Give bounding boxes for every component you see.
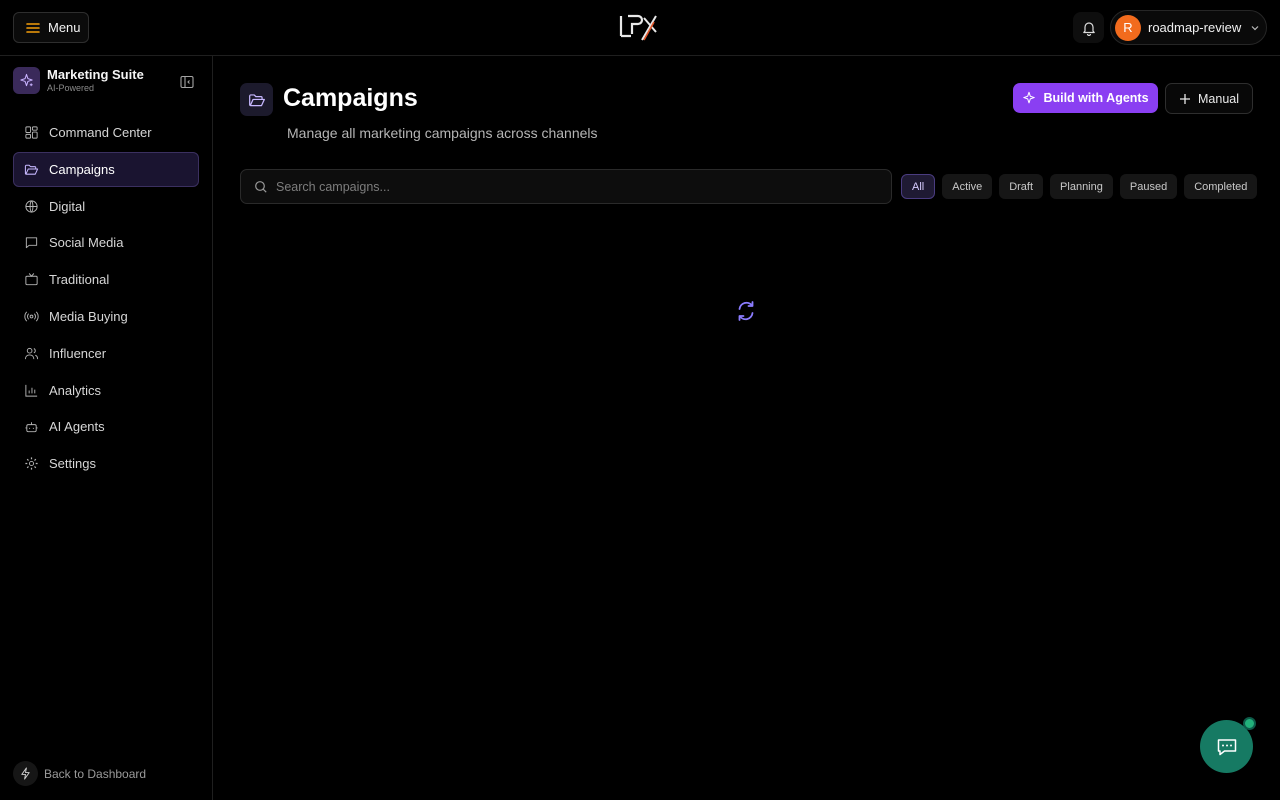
sidebar-item-label: AI Agents (49, 419, 105, 435)
sidebar-nav: Command Center Campaigns Digital Social … (13, 115, 199, 483)
broadcast-icon (24, 311, 39, 322)
user-menu[interactable]: R roadmap-review (1110, 10, 1267, 45)
build-label: Build with Agents (1043, 91, 1149, 105)
loading-spinner-icon (738, 301, 754, 321)
sidebar-item-label: Command Center (49, 125, 152, 140)
sidebar: Marketing Suite AI-Powered Command Cente… (0, 56, 213, 800)
build-with-agents-button[interactable]: Build with Agents (1013, 83, 1158, 113)
brand-title: Marketing Suite (47, 67, 144, 82)
sparkle-icon (1023, 91, 1036, 104)
sidebar-item-digital[interactable]: Digital (13, 189, 199, 224)
sidebar-item-ai-agents[interactable]: AI Agents (13, 409, 199, 444)
collapse-sidebar-icon[interactable] (179, 74, 195, 90)
tv-icon (25, 273, 38, 286)
filter-planning[interactable]: Planning (1050, 174, 1113, 199)
chat-icon (1217, 738, 1236, 755)
sidebar-item-label: Influencer (49, 345, 107, 361)
search-icon (255, 180, 267, 193)
back-label: Back to Dashboard (44, 766, 147, 781)
hamburger-icon (26, 22, 40, 33)
folder-icon (24, 164, 39, 175)
filter-active[interactable]: Active (942, 174, 993, 199)
menu-button[interactable]: Menu (13, 12, 89, 43)
sparkle-icon (13, 67, 40, 94)
globe-icon (25, 200, 38, 213)
logo-icon[interactable] (618, 12, 662, 42)
search-bar (240, 169, 892, 204)
chevron-down-icon (1251, 25, 1259, 30)
plus-icon (1180, 93, 1190, 104)
bot-icon (25, 422, 38, 433)
username: roadmap-review (1148, 20, 1242, 35)
sidebar-item-campaigns[interactable]: Campaigns (13, 151, 199, 187)
online-status-dot (1243, 717, 1256, 730)
sidebar-item-label: Campaigns (49, 161, 115, 177)
manual-label: Manual (1198, 91, 1239, 106)
sidebar-item-label: Digital (49, 198, 86, 214)
sidebar-item-label: Analytics (49, 382, 102, 398)
sidebar-item-label: Social Media (49, 235, 124, 251)
filter-completed[interactable]: Completed (1184, 174, 1258, 199)
brand-subtitle: AI-Powered (47, 83, 95, 93)
grid-icon (25, 126, 38, 139)
folder-icon (240, 83, 273, 116)
menu-label: Menu (48, 20, 81, 35)
filter-all[interactable]: All (901, 174, 936, 199)
gear-icon (25, 457, 38, 470)
sidebar-item-traditional[interactable]: Traditional (13, 262, 199, 297)
brand: Marketing Suite AI-Powered (13, 67, 144, 94)
filter-paused[interactable]: Paused (1119, 174, 1178, 199)
top-bar: Menu R roadmap-review (0, 0, 1280, 56)
sidebar-item-settings[interactable]: Settings (13, 446, 199, 481)
bell-icon (1082, 21, 1095, 36)
sidebar-item-analytics[interactable]: Analytics (13, 373, 199, 408)
manual-button[interactable]: Manual (1165, 83, 1253, 114)
sidebar-item-label: Settings (49, 456, 96, 472)
sidebar-item-influencer[interactable]: Influencer (13, 336, 199, 371)
main-content: Campaigns Manage all marketing campaigns… (213, 56, 1280, 800)
message-icon (25, 237, 38, 249)
sidebar-item-command-center[interactable]: Command Center (13, 115, 199, 150)
filter-draft[interactable]: Draft (999, 174, 1044, 199)
back-to-dashboard-link[interactable]: Back to Dashboard (13, 761, 146, 786)
sidebar-item-label: Traditional (49, 272, 110, 288)
users-icon (24, 347, 39, 359)
page-title: Campaigns (283, 84, 418, 112)
status-filters: All Active Draft Planning Paused Complet… (901, 174, 1258, 199)
notifications-button[interactable] (1073, 12, 1104, 43)
search-input[interactable] (276, 179, 876, 194)
bar-chart-icon (25, 384, 38, 397)
bolt-icon (13, 761, 38, 786)
sidebar-item-label: Media Buying (49, 308, 128, 324)
sidebar-item-social-media[interactable]: Social Media (13, 225, 199, 260)
avatar: R (1115, 14, 1141, 41)
sidebar-item-media-buying[interactable]: Media Buying (13, 299, 199, 334)
page-subtitle: Manage all marketing campaigns across ch… (287, 125, 598, 141)
